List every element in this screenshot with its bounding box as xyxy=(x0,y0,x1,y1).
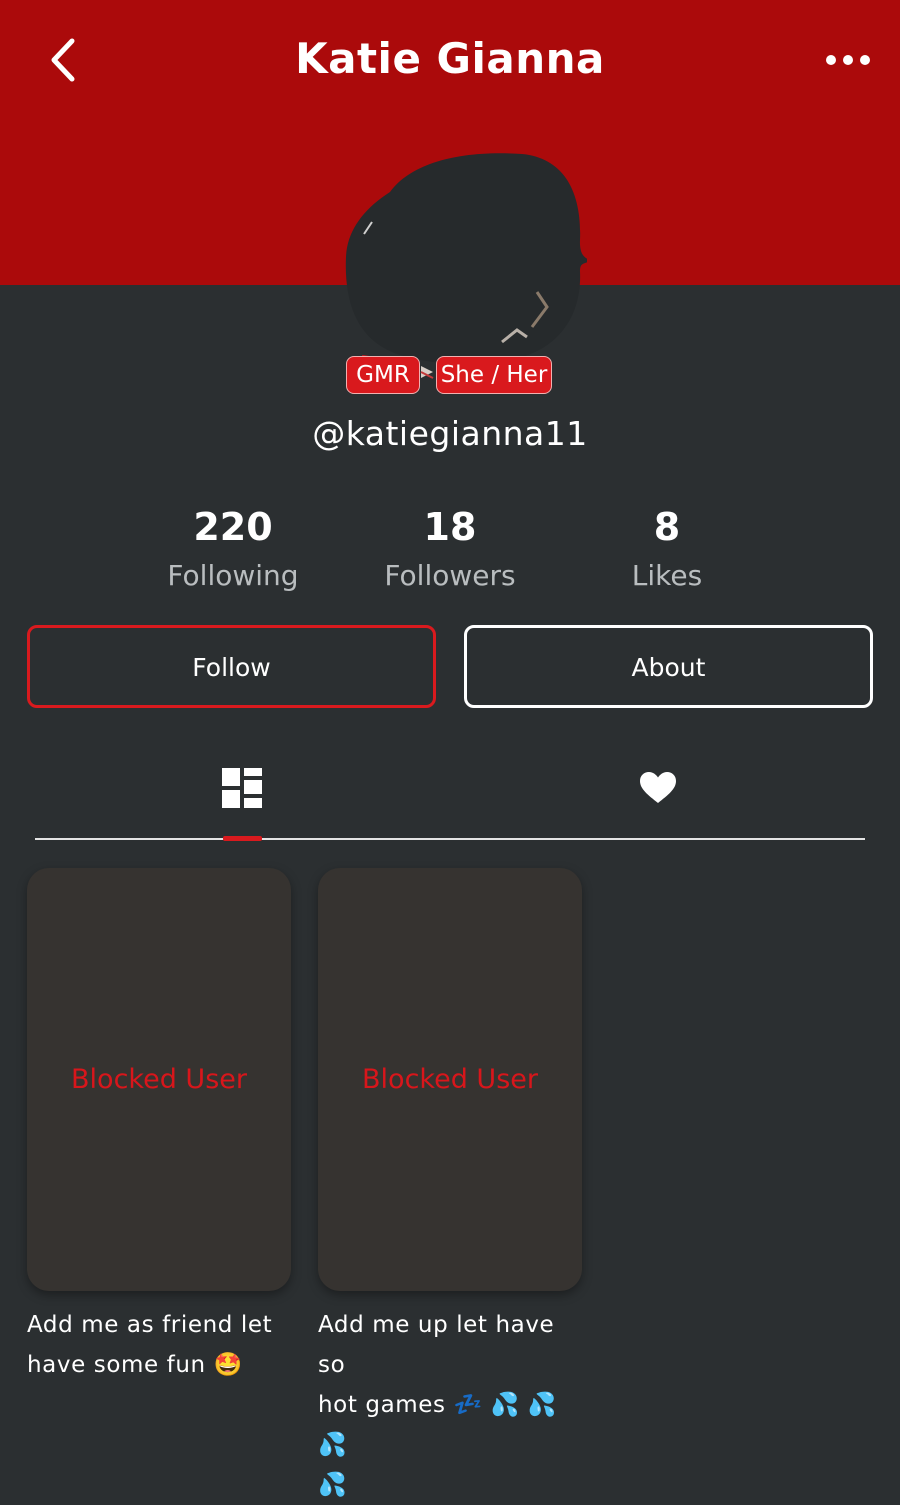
blocked-user-label: Blocked User xyxy=(71,1064,247,1095)
username: @katiegianna11 xyxy=(312,414,588,453)
caption-line: have some fun 🤩 xyxy=(27,1352,243,1378)
stat-label: Following xyxy=(167,559,299,592)
stat-value: 220 xyxy=(193,505,273,549)
active-tab-indicator xyxy=(223,836,262,841)
caption-line: 💦 xyxy=(318,1472,348,1498)
follow-button[interactable]: Follow xyxy=(27,625,436,708)
stat-label: Followers xyxy=(384,559,516,592)
stat-following[interactable]: 220 Following xyxy=(123,505,343,592)
more-horizontal-icon xyxy=(826,55,870,65)
post-card[interactable]: Blocked User xyxy=(318,868,582,1291)
blocked-user-label: Blocked User xyxy=(362,1064,538,1095)
tab-liked[interactable] xyxy=(628,760,688,816)
stat-likes: 8 Likes xyxy=(557,505,777,592)
more-options-button[interactable] xyxy=(818,40,878,80)
stat-label: Likes xyxy=(631,559,703,592)
heart-icon xyxy=(640,772,676,803)
badge-gmr: GMR xyxy=(346,356,420,394)
avatar[interactable] xyxy=(342,152,587,367)
stat-value: 18 xyxy=(423,505,477,549)
profile-badges: GMR She / Her xyxy=(346,356,556,394)
badge-pronouns: She / Her xyxy=(436,356,552,394)
post-caption: Add me as friend let have some fun 🤩 xyxy=(27,1305,297,1385)
stat-followers[interactable]: 18 Followers xyxy=(340,505,560,592)
post-caption: Add me up let have so hot games 💤 💦 💦 💦 … xyxy=(318,1305,588,1505)
grid-icon xyxy=(222,768,262,808)
stat-value: 8 xyxy=(653,505,681,549)
flag-icon xyxy=(420,366,434,379)
page-title: Katie Gianna xyxy=(295,34,605,83)
post-card[interactable]: Blocked User xyxy=(27,868,291,1291)
tab-posts[interactable] xyxy=(212,760,272,816)
tab-divider xyxy=(35,838,865,840)
caption-line: hot games 💤 💦 💦 💦 xyxy=(318,1392,558,1458)
caption-line: Add me up let have so xyxy=(318,1312,555,1378)
about-button[interactable]: About xyxy=(464,625,873,708)
caption-line: Add me as friend let xyxy=(27,1312,273,1338)
